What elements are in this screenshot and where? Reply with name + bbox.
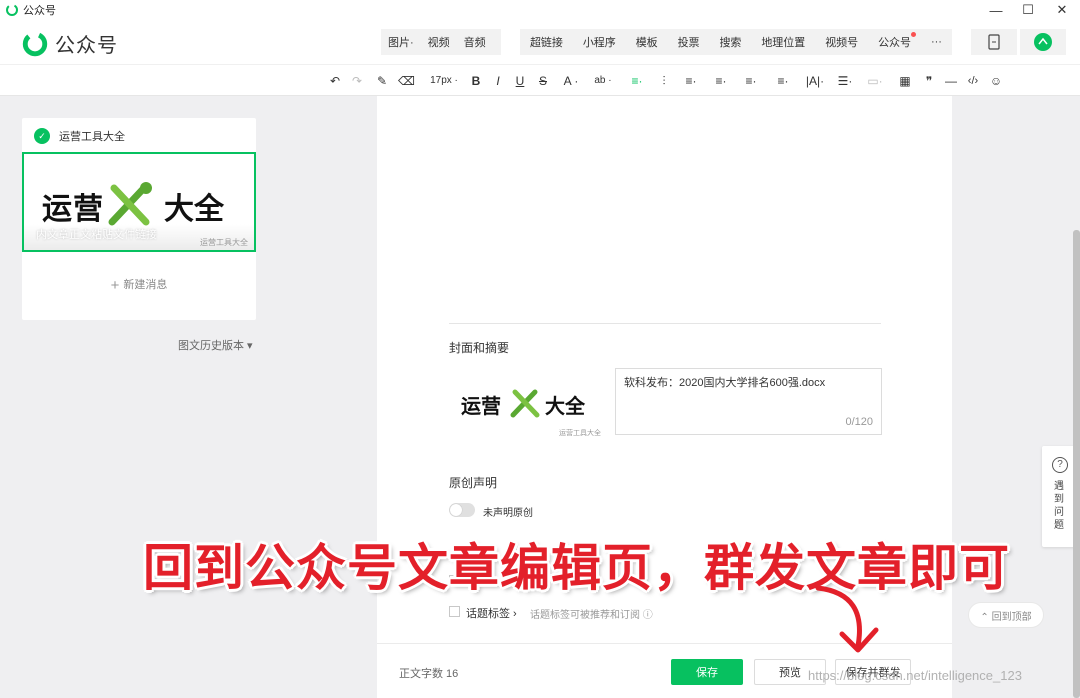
topic-label[interactable]: 话题标签 › xyxy=(466,605,517,621)
insert-location[interactable]: 地理位置 xyxy=(754,34,812,50)
digest-textarea[interactable]: 软科发布：2020国内大学排名600强.docx 0/120 xyxy=(615,368,882,435)
account-row: ✓ 运营工具大全 xyxy=(34,128,125,144)
cover-thumbnail[interactable]: 运营 大全 运营工具大全 xyxy=(449,368,609,438)
app-header: 公众号 图片· 视频 音频 超链接 小程序 模板 投票 搜索 地理位置 视频号 … xyxy=(0,20,1080,64)
help-icon: ? xyxy=(1052,457,1068,473)
insert-audio[interactable]: 音频 xyxy=(457,34,493,50)
brand-logo-icon xyxy=(22,31,48,56)
cover-text-left: 运营 xyxy=(42,193,104,226)
column-button[interactable]: ▭· xyxy=(864,73,886,89)
quote-icon[interactable]: ❞ xyxy=(922,73,936,89)
cover-watermark: 运营工具大全 xyxy=(200,238,248,247)
avatar-icon xyxy=(1034,33,1052,51)
original-toggle-label: 未声明原创 xyxy=(483,508,533,519)
account-avatar-button[interactable] xyxy=(1020,29,1066,55)
align-button[interactable]: ≡· xyxy=(680,73,702,89)
brand[interactable]: 公众号 xyxy=(22,29,118,58)
topic-hint: 话题标签可被推荐和订阅 ⓘ xyxy=(530,610,653,621)
toggle-knob xyxy=(450,504,462,516)
watermark: https://blog.csdn.net/intelligence_123 xyxy=(808,668,1022,683)
article-cover-selected[interactable]: 运营 大全 内文章正文粘贴文件链接 运营工具大全 xyxy=(22,152,256,252)
tools-icon xyxy=(510,389,540,418)
article-list-card: ✓ 运营工具大全 运营 大全 内文章正文粘贴文件链接 运营工具大全 + 新建消息 xyxy=(22,118,256,320)
code-icon[interactable]: ‹/› xyxy=(964,73,982,89)
brand-name: 公众号 xyxy=(55,35,118,57)
tools-icon xyxy=(108,182,152,226)
redo-icon[interactable]: ↷ xyxy=(350,73,364,89)
list-button[interactable]: ☰· xyxy=(834,73,856,89)
insert-template[interactable]: 模板 xyxy=(629,34,665,50)
topic-checkbox[interactable] xyxy=(449,606,460,617)
minimize-button[interactable]: — xyxy=(978,0,1014,20)
letter-spacing-button[interactable]: |A|· xyxy=(802,73,828,89)
window-titlebar: 公众号 xyxy=(0,0,1080,20)
feature-insert-group: 超链接 小程序 模板 投票 搜索 地理位置 视频号 公众号 ··· xyxy=(520,29,952,55)
maximize-button[interactable]: ☐ xyxy=(1010,0,1046,20)
format-toolbar: ↶ ↷ ✎ ⌫ 17px · B I U S A · ab · ≡· ⫶ ≡· … xyxy=(0,64,1080,96)
window-title: 公众号 xyxy=(23,5,56,17)
paragraph-before-button[interactable]: ≡· xyxy=(772,73,794,89)
mobile-preview-icon xyxy=(988,34,1000,50)
indent-button[interactable]: ⫶ xyxy=(657,73,671,89)
app-logo-icon xyxy=(6,4,18,16)
new-message-button[interactable]: + 新建消息 xyxy=(22,276,256,294)
line-spacing-button[interactable]: ≡· xyxy=(710,73,732,89)
notification-dot xyxy=(911,32,917,37)
history-versions-link[interactable]: 图文历史版本 ▾ xyxy=(178,337,253,353)
content-divider xyxy=(449,323,881,324)
original-section-title: 原创声明 xyxy=(449,476,498,490)
strikethrough-button[interactable]: S xyxy=(537,73,549,89)
undo-icon[interactable]: ↶ xyxy=(328,73,342,89)
plus-icon: + xyxy=(110,277,120,294)
digest-counter: 0/120 xyxy=(845,416,873,428)
insert-official-account[interactable]: 公众号 xyxy=(871,32,918,50)
bold-button[interactable]: B xyxy=(470,73,482,89)
cover-thumb-text-left: 运营 xyxy=(461,396,501,418)
emoji-icon[interactable]: ☺ xyxy=(988,73,1004,89)
back-to-top-button[interactable]: ⌃ 回到顶部 xyxy=(968,602,1044,628)
insert-link[interactable]: 超链接 xyxy=(523,34,570,50)
digest-text: 软科发布：2020国内大学排名600强.docx xyxy=(624,377,826,389)
format-brush-icon[interactable]: ✎ xyxy=(375,73,389,89)
account-name: 运营工具大全 xyxy=(59,131,125,143)
italic-button[interactable]: I xyxy=(492,73,504,89)
insert-search[interactable]: 搜索 xyxy=(712,34,748,50)
media-insert-group: 图片· 视频 音频 xyxy=(381,29,501,55)
mobile-preview-button[interactable] xyxy=(971,29,1017,55)
cover-section-title: 封面和摘要 xyxy=(449,341,510,355)
divider-icon[interactable]: — xyxy=(944,73,958,89)
insert-official-account-label: 公众号 xyxy=(878,37,912,49)
insert-miniprogram[interactable]: 小程序 xyxy=(576,34,623,50)
align-left-button[interactable]: ≡· xyxy=(626,73,648,89)
cover-caption: 内文章正文粘贴文件链接 xyxy=(36,229,157,241)
font-color-button[interactable]: A · xyxy=(560,73,582,89)
table-icon[interactable]: ▦ xyxy=(898,73,912,89)
insert-image[interactable]: 图片· xyxy=(381,34,421,50)
insert-video[interactable]: 视频 xyxy=(421,34,457,50)
paragraph-spacing-button[interactable]: ≡· xyxy=(740,73,762,89)
close-button[interactable]: ✕ xyxy=(1044,0,1080,20)
background-color-button[interactable]: ab · xyxy=(590,73,616,89)
save-button[interactable]: 保存 xyxy=(671,659,743,685)
insert-vote[interactable]: 投票 xyxy=(671,34,707,50)
word-count: 正文字数 16 xyxy=(399,668,459,680)
help-text: 遇到问题 xyxy=(1054,481,1064,531)
cover-thumb-text-right: 大全 xyxy=(545,396,585,418)
original-toggle[interactable] xyxy=(449,503,475,517)
more-button[interactable]: ··· xyxy=(924,36,949,48)
underline-button[interactable]: U xyxy=(514,73,526,89)
account-avatar-icon: ✓ xyxy=(34,128,50,144)
cover-text-right: 大全 xyxy=(164,193,224,226)
cover-thumb-watermark: 运营工具大全 xyxy=(559,430,601,437)
scrollbar[interactable] xyxy=(1073,230,1080,698)
font-size-select[interactable]: 17px · xyxy=(426,73,462,89)
clear-format-icon[interactable]: ⌫ xyxy=(398,73,415,89)
insert-channels[interactable]: 视频号 xyxy=(818,34,865,50)
arrow-annotation xyxy=(815,585,879,653)
new-message-label: 新建消息 xyxy=(123,279,168,291)
